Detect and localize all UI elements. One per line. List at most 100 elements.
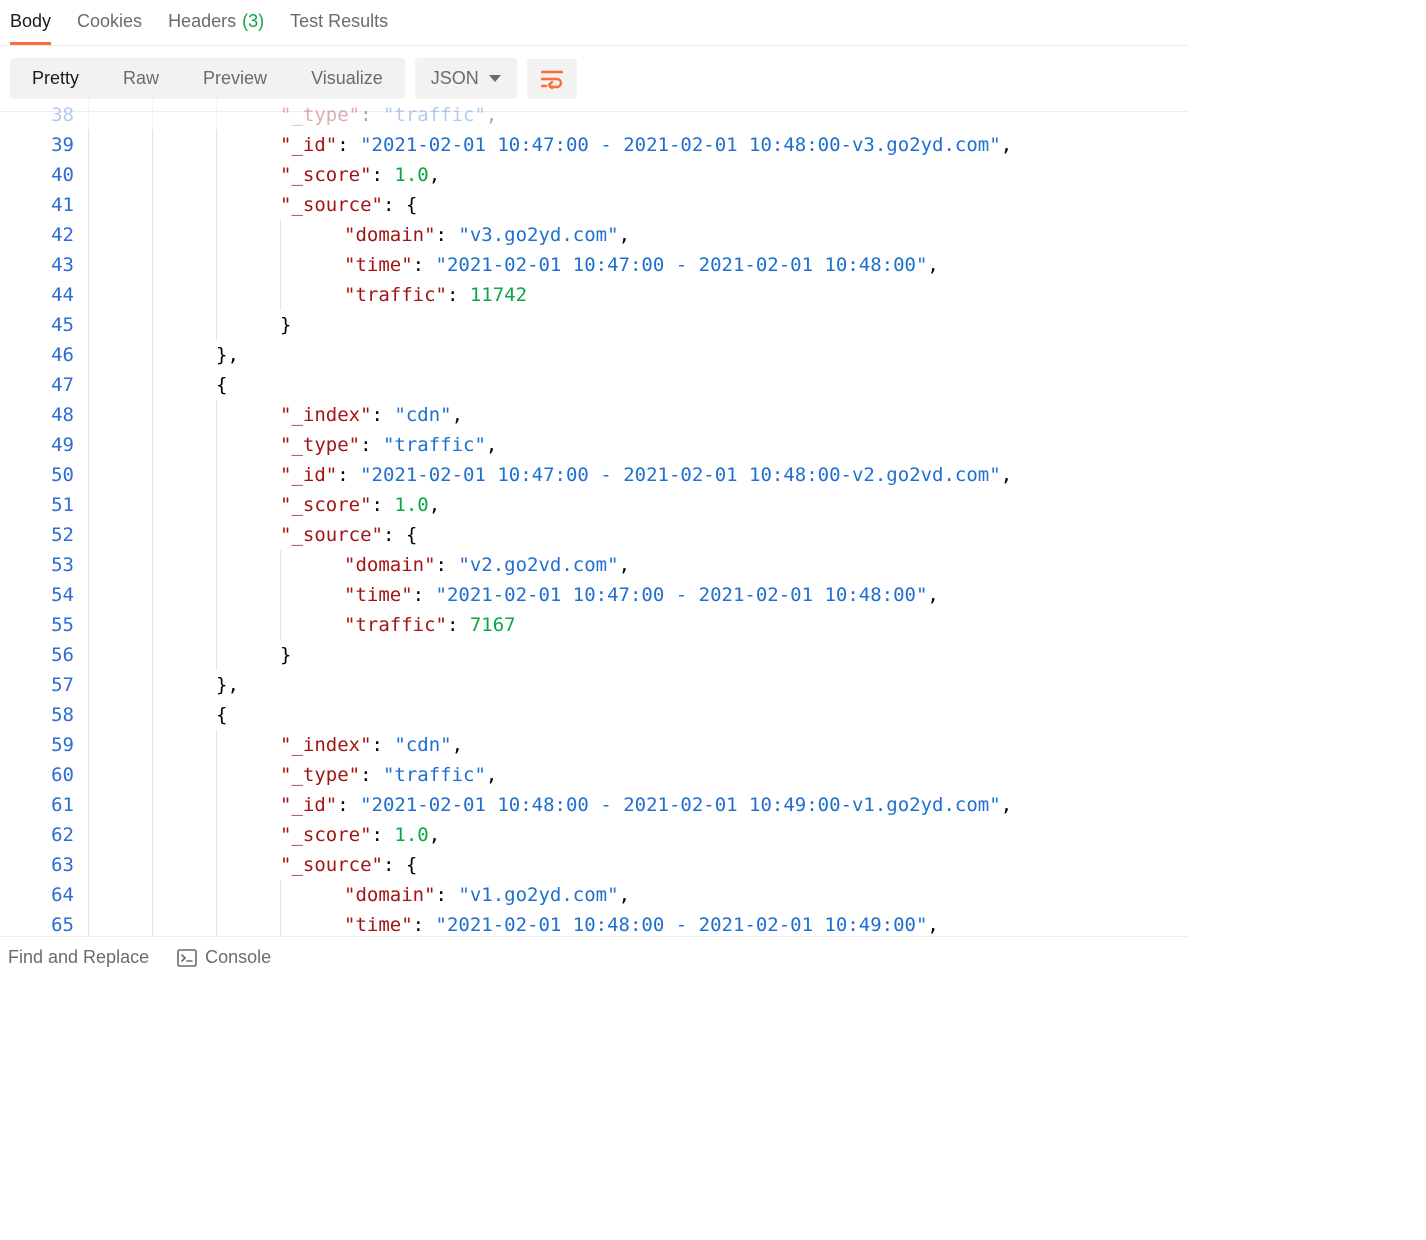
code-line: 48"_index": "cdn", <box>0 400 1188 430</box>
code-line: 45} <box>0 310 1188 340</box>
code-content: "_type": "traffic", <box>88 100 1188 130</box>
code-content: } <box>88 640 1188 670</box>
view-mode-segment: Pretty Raw Preview Visualize <box>10 58 405 99</box>
code-line: 63"_source": { <box>0 850 1188 880</box>
view-pretty-button[interactable]: Pretty <box>10 58 101 99</box>
code-content: "time": "2021-02-01 10:48:00 - 2021-02-0… <box>88 910 1188 936</box>
code-content: "time": "2021-02-01 10:47:00 - 2021-02-0… <box>88 580 1188 610</box>
code-content: "time": "2021-02-01 10:47:00 - 2021-02-0… <box>88 250 1188 280</box>
code-content: "_source": { <box>88 190 1188 220</box>
code-line: 50"_id": "2021-02-01 10:47:00 - 2021-02-… <box>0 460 1188 490</box>
code-line: 59"_index": "cdn", <box>0 730 1188 760</box>
format-dropdown-label: JSON <box>431 68 479 89</box>
code-content: "_score": 1.0, <box>88 160 1188 190</box>
view-visualize-button[interactable]: Visualize <box>289 58 405 99</box>
tab-headers[interactable]: Headers (3) <box>168 0 264 45</box>
line-number: 44 <box>0 280 88 310</box>
console-icon <box>177 949 197 967</box>
code-content: "domain": "v1.go2yd.com", <box>88 880 1188 910</box>
code-content: "_type": "traffic", <box>88 430 1188 460</box>
response-tabs: Body Cookies Headers (3) Test Results <box>0 0 1188 46</box>
line-number: 56 <box>0 640 88 670</box>
line-number: 38 <box>0 100 88 130</box>
line-number: 55 <box>0 610 88 640</box>
code-line: 62"_score": 1.0, <box>0 820 1188 850</box>
line-number: 65 <box>0 910 88 936</box>
format-dropdown[interactable]: JSON <box>415 58 517 99</box>
code-line: 38"_type": "traffic", <box>0 100 1188 130</box>
console-button[interactable]: Console <box>177 947 271 968</box>
code-content: "_id": "2021-02-01 10:48:00 - 2021-02-01… <box>88 790 1188 820</box>
tab-cookies[interactable]: Cookies <box>77 0 142 45</box>
code-line: 57}, <box>0 670 1188 700</box>
code-line: 52"_source": { <box>0 520 1188 550</box>
code-line: 55"traffic": 7167 <box>0 610 1188 640</box>
line-number: 48 <box>0 400 88 430</box>
bottom-bar: Find and Replace Console <box>0 936 1188 968</box>
response-body-code[interactable]: 38"_type": "traffic",39"_id": "2021-02-0… <box>0 100 1188 936</box>
code-content: { <box>88 370 1188 400</box>
code-line: 64"domain": "v1.go2yd.com", <box>0 880 1188 910</box>
line-number: 42 <box>0 220 88 250</box>
line-number: 58 <box>0 700 88 730</box>
code-line: 42"domain": "v3.go2yd.com", <box>0 220 1188 250</box>
code-content: "_id": "2021-02-01 10:47:00 - 2021-02-01… <box>88 130 1188 160</box>
code-content: "traffic": 7167 <box>88 610 1188 640</box>
line-number: 52 <box>0 520 88 550</box>
code-line: 47{ <box>0 370 1188 400</box>
code-line: 65"time": "2021-02-01 10:48:00 - 2021-02… <box>0 910 1188 936</box>
code-content: "traffic": 11742 <box>88 280 1188 310</box>
code-line: 60"_type": "traffic", <box>0 760 1188 790</box>
code-line: 51"_score": 1.0, <box>0 490 1188 520</box>
code-content: }, <box>88 340 1188 370</box>
code-line: 43"time": "2021-02-01 10:47:00 - 2021-02… <box>0 250 1188 280</box>
code-content: "_index": "cdn", <box>88 730 1188 760</box>
line-number: 63 <box>0 850 88 880</box>
code-content: }, <box>88 670 1188 700</box>
view-preview-button[interactable]: Preview <box>181 58 289 99</box>
code-content: "_source": { <box>88 520 1188 550</box>
line-number: 64 <box>0 880 88 910</box>
chevron-down-icon <box>489 75 501 82</box>
code-content: "_id": "2021-02-01 10:47:00 - 2021-02-01… <box>88 460 1188 490</box>
code-line: 49"_type": "traffic", <box>0 430 1188 460</box>
code-line: 46}, <box>0 340 1188 370</box>
tab-headers-label: Headers <box>168 11 236 32</box>
code-line: 39"_id": "2021-02-01 10:47:00 - 2021-02-… <box>0 130 1188 160</box>
wrap-lines-button[interactable] <box>527 59 577 99</box>
tab-test-results[interactable]: Test Results <box>290 0 388 45</box>
code-content: "_type": "traffic", <box>88 760 1188 790</box>
code-line: 44"traffic": 11742 <box>0 280 1188 310</box>
line-number: 49 <box>0 430 88 460</box>
wrap-icon <box>541 69 563 89</box>
find-and-replace-button[interactable]: Find and Replace <box>8 947 149 968</box>
code-content: "domain": "v2.go2vd.com", <box>88 550 1188 580</box>
code-line: 40"_score": 1.0, <box>0 160 1188 190</box>
line-number: 53 <box>0 550 88 580</box>
view-raw-button[interactable]: Raw <box>101 58 181 99</box>
line-number: 47 <box>0 370 88 400</box>
line-number: 54 <box>0 580 88 610</box>
code-line: 53"domain": "v2.go2vd.com", <box>0 550 1188 580</box>
code-content: "_score": 1.0, <box>88 490 1188 520</box>
line-number: 41 <box>0 190 88 220</box>
code-content: "_score": 1.0, <box>88 820 1188 850</box>
console-label: Console <box>205 947 271 968</box>
find-and-replace-label: Find and Replace <box>8 947 149 968</box>
code-line: 54"time": "2021-02-01 10:47:00 - 2021-02… <box>0 580 1188 610</box>
line-number: 57 <box>0 670 88 700</box>
line-number: 43 <box>0 250 88 280</box>
line-number: 62 <box>0 820 88 850</box>
line-number: 46 <box>0 340 88 370</box>
line-number: 61 <box>0 790 88 820</box>
tab-body[interactable]: Body <box>10 0 51 45</box>
code-line: 56} <box>0 640 1188 670</box>
line-number: 51 <box>0 490 88 520</box>
tab-headers-count: (3) <box>242 11 264 32</box>
line-number: 60 <box>0 760 88 790</box>
code-line: 58{ <box>0 700 1188 730</box>
code-content: } <box>88 310 1188 340</box>
code-line: 61"_id": "2021-02-01 10:48:00 - 2021-02-… <box>0 790 1188 820</box>
code-content: "_source": { <box>88 850 1188 880</box>
code-content: "_index": "cdn", <box>88 400 1188 430</box>
